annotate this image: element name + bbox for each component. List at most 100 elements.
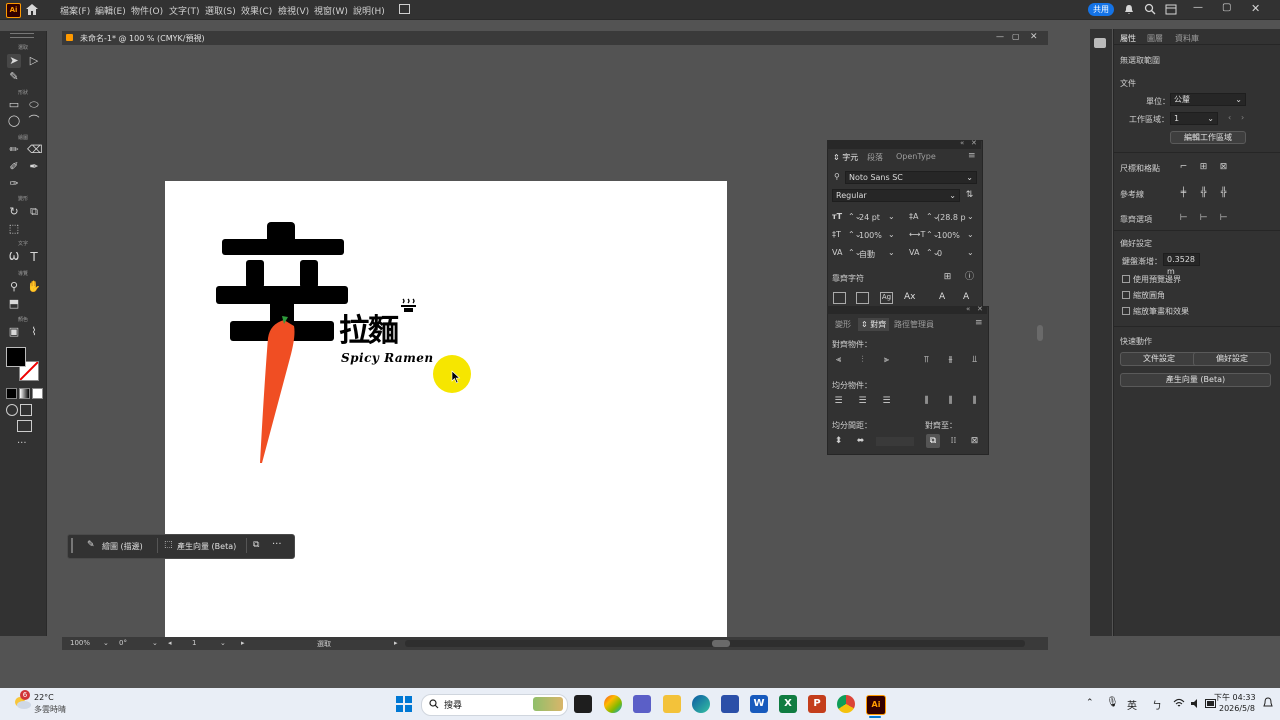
snap-italic-icon[interactable]: A: [963, 292, 975, 304]
tab-transform[interactable]: 變形: [835, 319, 851, 330]
menu-effect[interactable]: 效果(C): [241, 4, 272, 17]
type-tool[interactable]: T: [27, 250, 41, 264]
distribute-hcenter-icon[interactable]: ⫼: [944, 395, 957, 407]
horizontal-scrollbar-thumb[interactable]: [712, 640, 730, 647]
taskbar-teams-icon[interactable]: [633, 695, 651, 713]
artboard-tool[interactable]: ⬒: [7, 297, 21, 311]
shape-builder-tool[interactable]: ◯: [7, 114, 21, 128]
chevron-down-icon[interactable]: ⌄: [888, 230, 895, 239]
notification-bell-icon[interactable]: [1262, 697, 1274, 709]
align-right-icon[interactable]: ⫸: [880, 354, 893, 366]
grid-icon[interactable]: ⊞: [1197, 161, 1210, 173]
ruler-icon[interactable]: ⌐: [1177, 161, 1190, 173]
artboard-next-icon[interactable]: ▸: [241, 639, 245, 647]
gradient-tool[interactable]: ▣: [7, 325, 21, 339]
taskbar-task-view-icon[interactable]: [574, 695, 592, 713]
paintbrush-tool[interactable]: ✐: [7, 160, 21, 174]
selection-tool[interactable]: ➤: [7, 54, 21, 68]
generate-vectors-ctx-button[interactable]: 產生向量 (Beta): [177, 541, 236, 552]
generate-vectors-button[interactable]: 產生向量 (Beta): [1120, 373, 1271, 387]
menu-file[interactable]: 檔案(F): [60, 4, 90, 17]
perspective-grid-icon[interactable]: ⊠: [1217, 161, 1230, 173]
rotate-view-field[interactable]: 0°: [119, 639, 127, 647]
align-vcenter-icon[interactable]: ⫵: [944, 354, 957, 366]
scale-tool[interactable]: ⧉: [27, 205, 41, 219]
vertical-scale-value[interactable]: 100%: [859, 231, 882, 240]
shaper-tool[interactable]: ⌒: [27, 114, 41, 128]
doc-close-button[interactable]: ✕: [1030, 32, 1038, 42]
close-panel-icon[interactable]: ✕: [971, 139, 977, 147]
artwork-subtitle-text[interactable]: Spicy Ramen: [341, 351, 434, 365]
color-mode-swatch[interactable]: [6, 388, 17, 399]
menu-type[interactable]: 文字(T): [169, 4, 200, 17]
taskbar-powerpoint-icon[interactable]: P: [808, 695, 826, 713]
more-options-icon[interactable]: ···: [272, 539, 282, 550]
menu-view[interactable]: 檢視(V): [278, 4, 309, 17]
change-screen-mode-icon[interactable]: [17, 420, 32, 432]
document-setup-button[interactable]: 文件設定: [1120, 352, 1198, 366]
status-play-icon[interactable]: ▸: [394, 639, 398, 647]
search-icon[interactable]: [1144, 3, 1156, 15]
recolor-button[interactable]: 繪圖 (描邊): [102, 541, 143, 552]
eraser-tool[interactable]: ⌫: [27, 143, 43, 157]
artboard-dropdown-icon[interactable]: ⌄: [220, 639, 226, 647]
collapse-panel-icon[interactable]: «: [960, 139, 964, 147]
distribute-left-icon[interactable]: ⫼: [920, 395, 933, 407]
input-language[interactable]: 英: [1127, 697, 1137, 712]
blob-brush-tool[interactable]: ✒: [27, 160, 41, 174]
lasso-tool[interactable]: ✎: [7, 70, 21, 84]
rotate-dropdown-icon[interactable]: ⌄: [152, 639, 158, 647]
ime-icon[interactable]: ㄅ: [1152, 697, 1162, 712]
tab-layers[interactable]: 圖層: [1147, 33, 1163, 44]
free-transform-tool[interactable]: ⬚: [7, 222, 21, 236]
arrange-documents-icon[interactable]: [399, 4, 410, 14]
font-search-icon[interactable]: ⚲: [834, 172, 840, 181]
zoom-dropdown-icon[interactable]: ⌄: [103, 639, 109, 647]
align-to-key-object-icon[interactable]: ⁞⁞: [947, 435, 960, 447]
ctx-grip[interactable]: [71, 538, 73, 553]
weather-desc[interactable]: 多雲時晴: [34, 704, 66, 715]
tab-opentype[interactable]: OpenType: [896, 152, 936, 161]
taskbar-copilot-icon[interactable]: [604, 695, 622, 713]
panel-menu-icon[interactable]: ≡: [975, 318, 983, 328]
chevron-down-icon[interactable]: ⌄: [888, 212, 895, 221]
distribute-top-icon[interactable]: ☰: [832, 395, 845, 407]
weather-temp[interactable]: 22°C: [34, 693, 54, 702]
volume-icon[interactable]: [1190, 698, 1202, 709]
taskbar-excel-icon[interactable]: X: [779, 695, 797, 713]
snap-to-pixel-icon[interactable]: ⊢: [1197, 212, 1210, 224]
rotate-tool[interactable]: ↻: [7, 205, 21, 219]
image-settings-icon[interactable]: ⧉: [253, 540, 259, 550]
tab-align[interactable]: ⇕ 對齊: [858, 318, 890, 331]
close-window-button[interactable]: ✕: [1251, 2, 1260, 15]
snap-xheight-icon[interactable]: [856, 292, 869, 304]
scale-strokes-checkbox[interactable]: [1122, 307, 1130, 315]
show-guides-icon[interactable]: ╪: [1177, 187, 1190, 199]
eyedropper-tool[interactable]: ⌇: [27, 325, 41, 339]
character-panel-titlebar[interactable]: [827, 140, 981, 149]
none-mode-swatch[interactable]: [32, 388, 43, 399]
taskbar-file-explorer-icon[interactable]: [663, 695, 681, 713]
edit-toolbar-more-icon[interactable]: ···: [17, 438, 27, 449]
minimize-window-button[interactable]: —: [1193, 2, 1203, 13]
preferences-button[interactable]: 偏好設定: [1193, 352, 1271, 366]
chevron-down-icon[interactable]: ⌄: [888, 248, 895, 257]
screen-mode-icon[interactable]: [20, 404, 32, 416]
align-to-artboard-icon[interactable]: ⊠: [968, 435, 981, 447]
doc-minimize-button[interactable]: —: [996, 32, 1004, 41]
collapse-panel-icon[interactable]: «: [966, 305, 970, 313]
font-style-field[interactable]: Regular ⌄: [832, 189, 960, 202]
info-icon[interactable]: ⓘ: [963, 271, 976, 283]
menu-help[interactable]: 說明(H): [353, 4, 385, 17]
bell-icon[interactable]: [1124, 4, 1134, 15]
draw-mode-icon[interactable]: [6, 404, 18, 416]
comments-icon[interactable]: [1094, 38, 1106, 48]
smart-guides-icon[interactable]: ╬: [1217, 187, 1230, 199]
horizontal-scale-value[interactable]: 100%: [937, 231, 960, 240]
artwork-logo-shape[interactable]: [210, 218, 350, 468]
chevron-down-icon[interactable]: ⌄: [967, 248, 974, 257]
snap-to-glyph-icon[interactable]: ⊢: [1217, 212, 1230, 224]
rectangle-tool[interactable]: ▭: [7, 98, 21, 112]
tab-properties[interactable]: 屬性: [1120, 33, 1136, 44]
toolbar-grip[interactable]: [10, 33, 34, 38]
